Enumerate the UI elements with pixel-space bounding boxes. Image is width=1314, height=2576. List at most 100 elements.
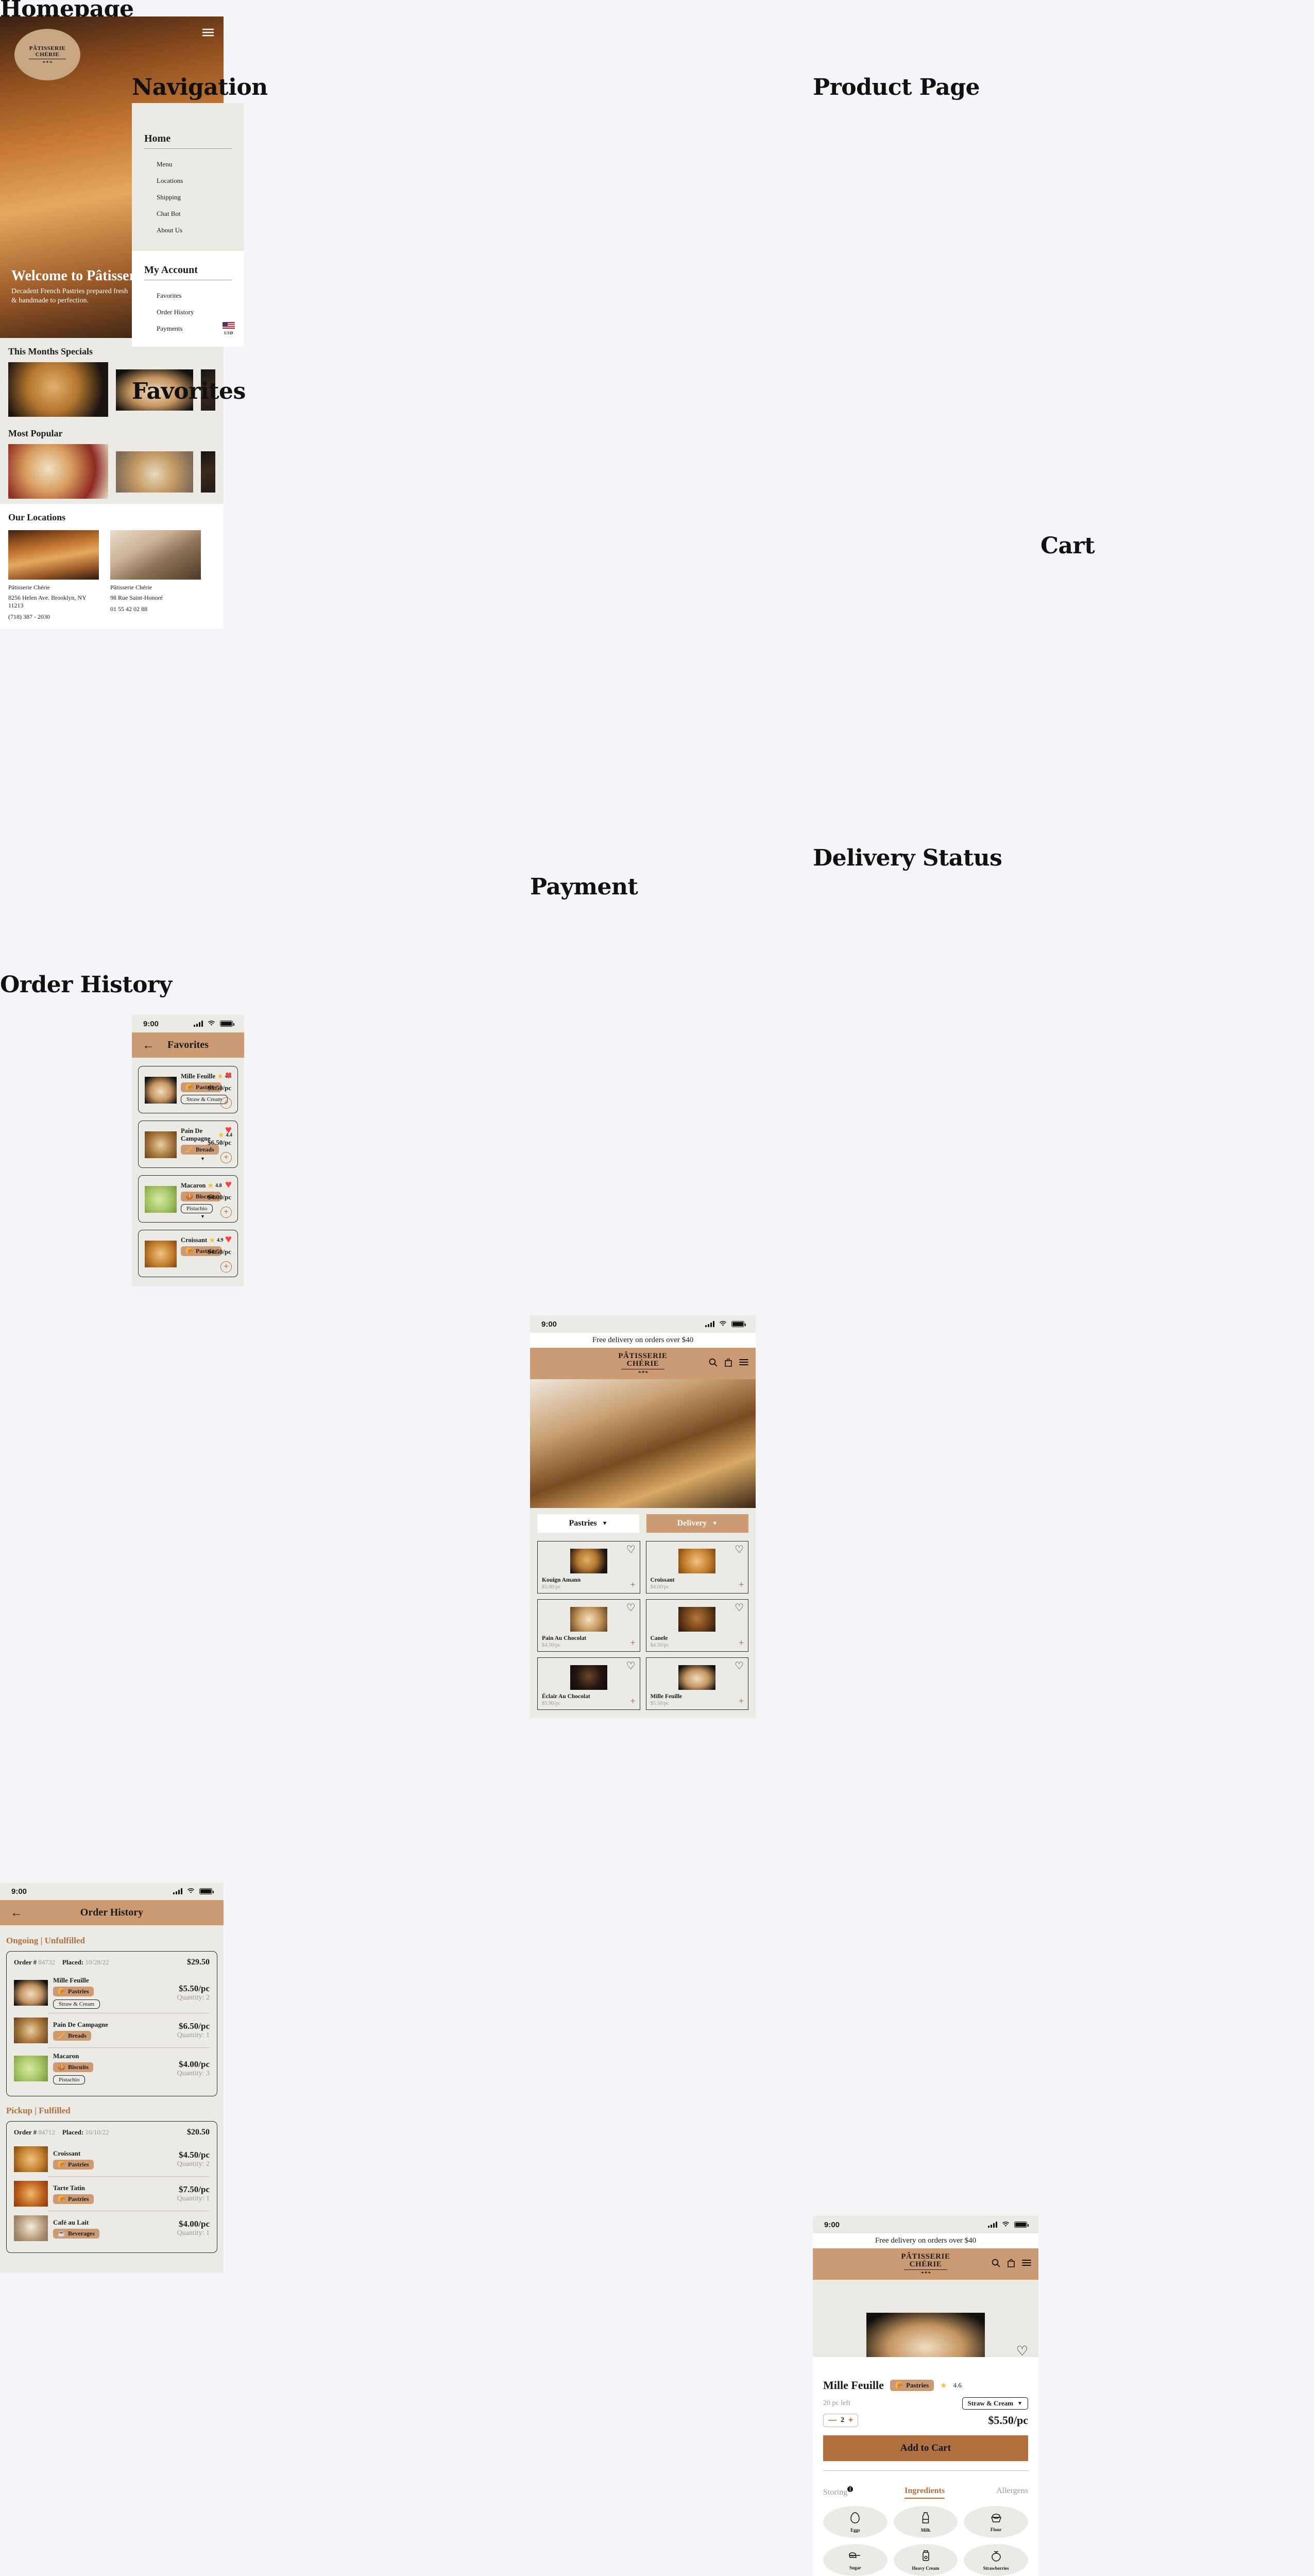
sidebar-item-chat-bot[interactable]: Chat Bot [144,206,232,222]
tab-ingredients[interactable]: Ingredients [905,2486,945,2499]
heart-icon[interactable]: ♡ [626,1603,636,1613]
product-card[interactable]: ♡ Éclair Au Chocolat $5.90/pc + [537,1657,640,1710]
list-item[interactable]: ♥ Mille Feuille ★ 4.6 🥐 Pastries Straw & … [138,1066,238,1113]
list-item[interactable]: ♥ Macaron ★ 4.8 🍪 Biscuits Pistachio $4.0… [138,1175,238,1223]
sidebar-item-shipping[interactable]: Shipping [144,189,232,206]
heart-icon[interactable]: ♡ [735,1661,744,1671]
sidebar-item-about-us[interactable]: About Us [144,222,232,239]
tab-storing[interactable]: Storing i [823,2485,854,2499]
heart-icon[interactable]: ♡ [626,1661,636,1671]
sidebar-item-favorites[interactable]: Favorites [144,287,232,304]
heart-icon[interactable]: ♥ [225,1179,232,1190]
product-name: Pain Au Chocolat [542,1635,587,1641]
brand-line-1: PÂTISSERIE [618,1352,668,1360]
popular-image-1[interactable] [8,444,108,499]
quantity-stepper[interactable]: — 2 + [823,2414,859,2427]
item-name: Macaron [53,2052,79,2060]
add-to-cart-icon[interactable]: + [630,1580,636,1589]
location-card[interactable]: Pâtisserie Chérie 8256 Helen Ave. Brookl… [8,530,99,621]
sidebar-item-locations[interactable]: Locations [144,173,232,189]
heart-icon[interactable]: ♡ [626,1545,636,1555]
sidebar-item-payments[interactable]: Payments [144,320,232,337]
back-arrow-icon[interactable]: ← [142,1039,155,1052]
add-to-cart-icon[interactable]: + [739,1697,744,1705]
list-item[interactable]: ♥ Croissant ★ 4.9 🥐 Pastries $4.50/pc + [138,1230,238,1277]
popular-image-3[interactable] [201,451,215,493]
add-to-cart-icon[interactable]: + [739,1580,744,1589]
special-image-1[interactable] [8,362,108,417]
order-history-body: Ongoing | Unfulfilled Order # 84732 Plac… [0,1925,224,2273]
ingredient-item: Strawberries [964,2544,1028,2576]
heart-icon[interactable]: ♡ [1016,2345,1028,2358]
order-number: 84732 [38,1958,55,1966]
increment-button[interactable]: + [848,2416,853,2425]
search-icon[interactable] [709,1358,718,1369]
group-heading: Ongoing | Unfulfilled [6,1936,85,1945]
chevron-down-icon[interactable]: ▼ [200,1156,205,1161]
brand-logo[interactable]: PÂTISSERIE CHÉRIE ❧✦❧ [618,1352,667,1375]
location-card[interactable]: Pâtisserie Chérie 98 Rue Saint-Honoré 01… [110,530,201,621]
list-item[interactable]: ♥ Pain De Campagne ★ 4.4 🥖 Breads $6.50/p… [138,1121,238,1168]
heart-icon[interactable]: ♡ [735,1603,744,1613]
sidebar-item-order-history[interactable]: Order History [144,304,232,320]
heart-icon[interactable]: ♡ [735,1545,744,1555]
item-price: $4.50/pc [179,2150,210,2160]
tab-allergens[interactable]: Allergens [996,2486,1028,2499]
info-icon[interactable]: i [847,2485,854,2494]
product-card[interactable]: ♡ Mille Feuille $5.50/pc + [645,1657,748,1710]
popular-row[interactable] [8,444,215,499]
order-card[interactable]: Order # 84712 Placed: 10/10/22 $20.50 Cr… [6,2121,217,2253]
sidebar-item-menu[interactable]: Menu [144,156,232,173]
ingredient-item: Eggs [823,2506,888,2538]
status-bar: 9:00 [530,1315,756,1333]
add-to-cart-icon[interactable]: + [630,1697,636,1705]
search-icon[interactable] [992,2259,1000,2270]
navigation-screen: Home Menu Locations Shipping Chat Bot Ab… [132,103,244,347]
signal-icon [194,1021,203,1027]
shopping-bag-icon[interactable] [1007,2259,1015,2270]
product-card[interactable]: ♡ Croissant $4.00/pc + [645,1541,748,1594]
ingredient-item: Heavy Cream [893,2544,958,2576]
favorites-list: ♥ Mille Feuille ★ 4.6 🥐 Pastries Straw & … [132,1058,244,1286]
brand-logo[interactable]: PÂTISSERIE CHÉRIE ❧✦❧ [901,2253,950,2275]
add-to-cart-icon[interactable]: + [739,1638,744,1647]
product-price: $4.50/pc [650,1642,669,1648]
heart-icon[interactable]: ♥ [225,1233,232,1245]
item-image [145,1077,177,1104]
table-row: Pain De Campagne 🥖 Breads $6.50/pc Quanti… [14,2013,210,2047]
item-quantity: Quantity: 1 [177,2031,210,2039]
add-item-button[interactable]: + [220,1152,232,1163]
order-card[interactable]: Order # 84732 Placed: 10/28/22 $29.50 Mi… [6,1951,217,2096]
add-item-button[interactable]: + [220,1097,232,1109]
product-card[interactable]: ♡ Kouign Amann $5.00/pc + [537,1541,640,1594]
product-image [678,1549,716,1573]
egg-icon [850,2512,860,2527]
item-category: Pastries [67,2160,89,2168]
variant-select[interactable]: Straw & Cream ▼ [962,2397,1028,2410]
chevron-down-icon[interactable]: ▼ [200,1214,205,1219]
hamburger-icon[interactable] [739,1359,748,1368]
heart-icon[interactable]: ♥ [225,1070,232,1081]
shopping-bag-icon[interactable] [724,1358,732,1369]
hamburger-icon[interactable] [1022,2259,1031,2269]
back-arrow-icon[interactable]: ← [10,1907,23,1919]
section-title-favorites: Favorites [132,378,246,404]
placed-date: 10/10/22 [85,2128,109,2136]
add-to-cart-icon[interactable]: + [630,1638,636,1647]
category-filter-select[interactable]: Pastries ▼ [537,1514,639,1533]
heart-icon[interactable]: ♥ [225,1124,232,1136]
item-flavor[interactable]: Pistachio [181,1204,213,1213]
popular-image-2[interactable] [116,451,193,493]
ingredient-label: Heavy Cream [912,2565,940,2571]
hamburger-icon[interactable] [202,28,214,40]
currency-selector[interactable]: USD [223,322,235,335]
pastry-icon: 🥐 [58,1988,65,1995]
add-item-button[interactable]: + [220,1207,232,1218]
milk-bottle-icon [921,2512,930,2527]
add-item-button[interactable]: + [220,1261,232,1273]
fulfillment-filter-select[interactable]: Delivery ▼ [646,1514,748,1533]
add-to-cart-button[interactable]: Add to Cart [823,2435,1028,2461]
product-card[interactable]: ♡ Canele $4.50/pc + [645,1599,748,1652]
product-card[interactable]: ♡ Pain Au Chocolat $4.50/pc + [537,1599,640,1652]
decrement-button[interactable]: — [828,2416,837,2425]
